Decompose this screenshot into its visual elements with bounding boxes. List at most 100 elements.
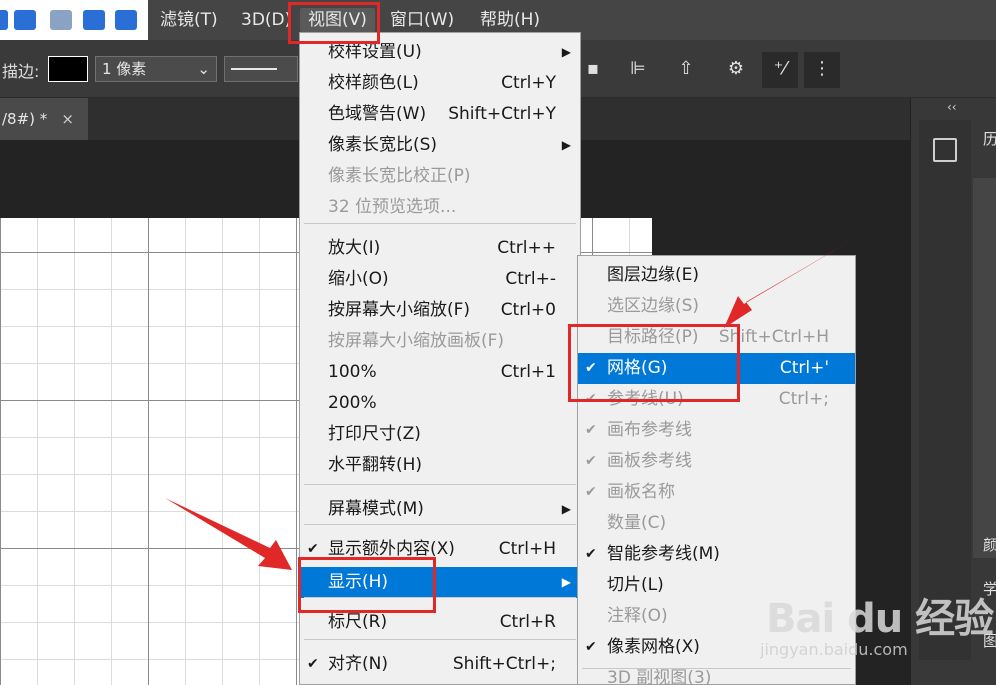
menu-help[interactable]: 帮助(H) bbox=[480, 8, 540, 32]
view-menu-item[interactable]: 缩小(O) Ctrl+- bbox=[300, 264, 580, 295]
menu-window[interactable]: 窗口(W) bbox=[390, 8, 454, 32]
menu-separator bbox=[304, 639, 576, 640]
view-menu-item[interactable]: 像素长宽比校正(P) bbox=[300, 161, 580, 192]
show-submenu-item-label: 切片(L) bbox=[607, 575, 664, 595]
submenu-arrow-icon: ▶ bbox=[561, 138, 571, 152]
collapse-icon[interactable]: ‹‹ bbox=[947, 100, 957, 114]
panel-list bbox=[973, 178, 996, 558]
view-menu-item-label: 缩小(O) bbox=[328, 269, 389, 289]
view-menu-item-shortcut: Ctrl+0 bbox=[500, 300, 556, 320]
view-menu-item[interactable]: 32 位预览选项... bbox=[300, 192, 580, 223]
show-submenu-item-label: 画板名称 bbox=[607, 482, 675, 502]
view-menu-item-label: 水平翻转(H) bbox=[328, 455, 423, 475]
checkmark-icon: ✔ bbox=[585, 546, 597, 562]
shirt-icon[interactable] bbox=[83, 10, 105, 30]
show-submenu-item[interactable]: 图层边缘(E) bbox=[578, 260, 855, 291]
menu-3d[interactable]: 3D(D) bbox=[241, 8, 291, 32]
view-menu-item-shortcut: Ctrl+Y bbox=[501, 73, 556, 93]
stroke-width-select[interactable]: 1 像素 ⌄ bbox=[95, 56, 217, 82]
show-submenu-item[interactable]: ✔ 画板名称 bbox=[578, 477, 855, 508]
baidu-watermark: Bai du 经验 jingyan.baidu.com bbox=[760, 586, 996, 685]
menu-separator bbox=[304, 524, 576, 525]
stroke-type-select[interactable] bbox=[224, 56, 298, 82]
stroke-label: 描边: bbox=[2, 62, 40, 81]
annotation-box-view-menu bbox=[288, 2, 380, 44]
constrain-icon[interactable]: ⋮ bbox=[804, 52, 840, 88]
view-menu-item[interactable]: 像素长宽比(S) ▶ bbox=[300, 130, 580, 161]
view-menu-item-shortcut: Ctrl++ bbox=[497, 238, 556, 258]
grid-apps-icon[interactable] bbox=[115, 10, 137, 30]
stroke-width-value: 1 像素 bbox=[102, 60, 147, 78]
arrange-icon[interactable]: ⇧ bbox=[668, 52, 704, 88]
view-menu-item-shortcut: Ctrl+1 bbox=[500, 362, 556, 382]
view-menu-item-label: 按屏幕大小缩放画板(F) bbox=[328, 331, 505, 351]
view-menu-item-label: 色域警告(W) bbox=[328, 104, 427, 124]
view-menu-item[interactable]: 按屏幕大小缩放画板(F) bbox=[300, 326, 580, 357]
view-menu-item-label: 屏幕模式(M) bbox=[328, 499, 424, 519]
user-icon[interactable] bbox=[50, 10, 72, 30]
checkmark-icon: ✔ bbox=[585, 484, 597, 500]
3d-cube-icon[interactable] bbox=[933, 138, 957, 162]
menu-filter[interactable]: 滤镜(T) bbox=[160, 8, 218, 32]
view-menu-item[interactable]: 水平翻转(H) bbox=[300, 450, 580, 481]
submenu-arrow-icon: ▶ bbox=[561, 502, 571, 516]
show-submenu-item-label: 像素网格(X) bbox=[607, 637, 700, 657]
show-submenu-item-label: 3D 副视图(3) bbox=[607, 668, 712, 685]
color-panel-label[interactable]: 颜 bbox=[983, 534, 996, 555]
view-menu-item[interactable]: 色域警告(W) Shift+Ctrl+Y bbox=[300, 99, 580, 130]
show-submenu-item-shortcut: Ctrl+' bbox=[779, 358, 829, 378]
keyboard-icon[interactable] bbox=[14, 10, 36, 30]
arrow-icon[interactable] bbox=[0, 10, 8, 30]
toolbar-icons bbox=[0, 0, 148, 40]
view-menu-item[interactable]: 打印尺寸(Z) bbox=[300, 419, 580, 450]
checkmark-icon: ✔ bbox=[585, 453, 597, 469]
view-menu-item-label: 对齐(N) bbox=[328, 654, 388, 674]
view-menu-item[interactable]: ✔ 对齐(N) Shift+Ctrl+; bbox=[300, 649, 580, 680]
line-style-icon bbox=[231, 68, 277, 70]
view-menu-item-label: 按屏幕大小缩放(F) bbox=[328, 300, 471, 320]
view-menu-item-shortcut: Shift+Ctrl+Y bbox=[448, 104, 556, 124]
view-menu-item-shortcut: Ctrl+- bbox=[505, 269, 556, 289]
document-tab[interactable]: /8#) * × bbox=[0, 98, 88, 140]
view-menu-item[interactable]: 屏幕模式(M) ▶ bbox=[300, 494, 580, 525]
add-delete-anchor-icon[interactable]: ⁺⁄ bbox=[762, 52, 798, 88]
view-menu-item-label: 像素长宽比校正(P) bbox=[328, 166, 471, 186]
show-submenu-item-label: 智能参考线(M) bbox=[607, 544, 720, 564]
show-submenu-item-label: 数量(C) bbox=[607, 513, 667, 533]
show-submenu-item[interactable]: ✔ 画布参考线 bbox=[578, 415, 855, 446]
submenu-arrow-icon: ▶ bbox=[561, 45, 571, 59]
stroke-color-swatch[interactable] bbox=[48, 56, 88, 82]
view-menu-item[interactable]: 校样颜色(L) Ctrl+Y bbox=[300, 68, 580, 99]
show-submenu-item[interactable]: 选区边缘(S) bbox=[578, 291, 855, 322]
view-menu-item-label: 校样颜色(L) bbox=[328, 73, 419, 93]
show-submenu-item[interactable]: 数量(C) bbox=[578, 508, 855, 539]
view-menu-item[interactable]: 放大(I) Ctrl++ bbox=[300, 233, 580, 264]
view-menu-item-label: 32 位预览选项... bbox=[328, 197, 457, 217]
checkmark-icon: ✔ bbox=[307, 656, 319, 672]
view-menu-item-label: 放大(I) bbox=[328, 238, 381, 258]
show-submenu-item-shortcut: Ctrl+; bbox=[778, 389, 829, 409]
show-submenu-item-label: 画布参考线 bbox=[607, 420, 692, 440]
annotation-box-grid-item bbox=[568, 324, 740, 402]
watermark-main: Bai du 经验 bbox=[766, 596, 994, 642]
view-menu-item-shortcut: Ctrl+R bbox=[499, 612, 556, 632]
view-menu-item-label: 200% bbox=[328, 393, 377, 413]
view-menu-item[interactable]: 按屏幕大小缩放(F) Ctrl+0 bbox=[300, 295, 580, 326]
view-menu-item-shortcut: Shift+Ctrl+; bbox=[452, 654, 556, 674]
view-menu-item[interactable]: 200% bbox=[300, 388, 580, 419]
show-submenu-item[interactable]: ✔ 画板参考线 bbox=[578, 446, 855, 477]
view-menu-item[interactable]: 100% Ctrl+1 bbox=[300, 357, 580, 388]
view-menu-item-label: 打印尺寸(Z) bbox=[328, 424, 421, 444]
history-panel-label[interactable]: 历 bbox=[983, 128, 996, 149]
chevron-down-icon: ⌄ bbox=[197, 60, 210, 78]
submenu-arrow-icon: ▶ bbox=[561, 575, 571, 589]
menu-separator bbox=[304, 223, 576, 224]
show-submenu-item[interactable]: ✔ 智能参考线(M) bbox=[578, 539, 855, 570]
gear-icon[interactable]: ⚙ bbox=[718, 52, 754, 88]
annotation-box-show-item bbox=[298, 557, 436, 613]
view-menu-item-label: 100% bbox=[328, 362, 377, 382]
align-icon[interactable]: ⊫ bbox=[620, 52, 656, 88]
close-icon[interactable]: × bbox=[61, 98, 74, 140]
view-menu-item-shortcut: Ctrl+H bbox=[498, 539, 556, 559]
document-tab-title: /8#) * bbox=[2, 110, 48, 128]
